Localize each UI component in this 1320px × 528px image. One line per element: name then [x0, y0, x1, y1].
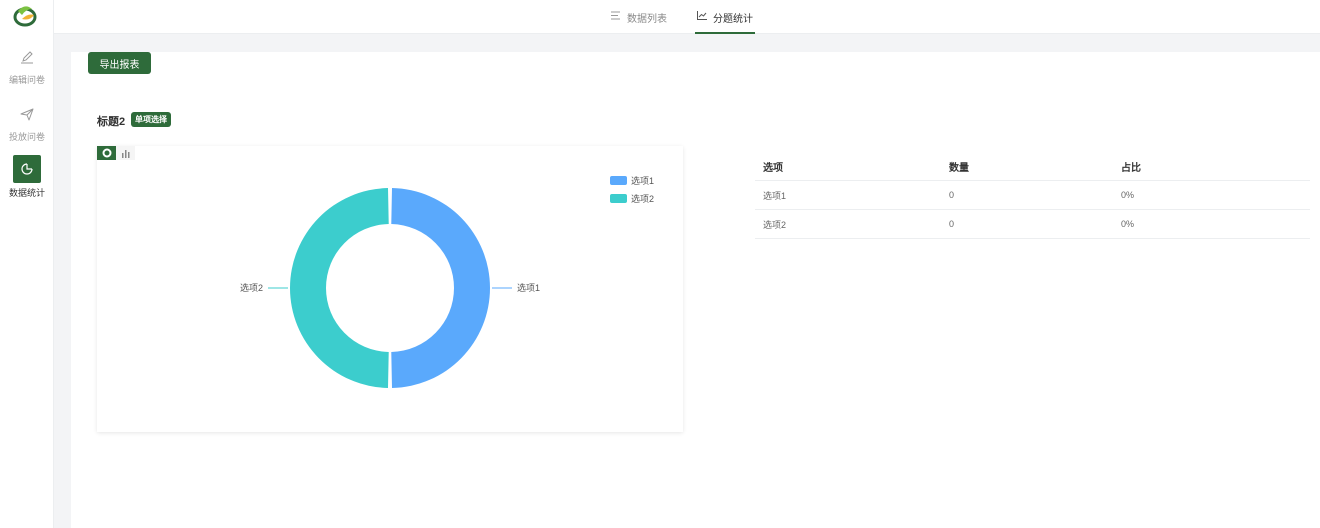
main-content: 导出报表 标题2 单项选择 选项1 选项2 选项1 选项2 选项 数量 占比 选项1 … — [71, 52, 1320, 528]
sidebar: 编辑问卷 投放问卷 数据统计 — [0, 0, 54, 528]
pencil-icon — [20, 46, 34, 68]
table-row: 选项1 0 0% — [755, 181, 1310, 210]
donut-chart: 选项1 选项2 选项1 选项2 — [240, 175, 654, 388]
bar-view-button[interactable] — [116, 146, 135, 160]
tab-label: 数据列表 — [627, 13, 667, 25]
table-cell: 选项1 — [763, 190, 787, 201]
chart-card: 选项1 选项2 选项1 选项2 — [97, 146, 683, 432]
sidebar-item-label: 编辑问卷 — [8, 75, 45, 85]
slice-label: 选项1 — [517, 282, 540, 293]
table-row: 选项2 0 0% — [755, 210, 1310, 239]
pie-chart-icon — [13, 155, 41, 183]
question-type-badge: 单项选择 — [131, 112, 171, 127]
donut-view-button[interactable] — [97, 146, 116, 160]
sidebar-item-label: 数据统计 — [8, 188, 45, 198]
legend-label[interactable]: 选项2 — [631, 193, 654, 204]
tab-data-list[interactable]: 数据列表 — [611, 0, 667, 34]
table-header-cell: 占比 — [1121, 162, 1141, 174]
table-header-cell: 选项 — [763, 162, 783, 174]
tab-label: 分题统计 — [713, 13, 753, 25]
bar-chart-icon — [121, 150, 129, 158]
sidebar-item-edit[interactable]: 编辑问卷 — [0, 46, 54, 92]
sidebar-item-distribute[interactable]: 投放问卷 — [0, 103, 54, 149]
legend-label[interactable]: 选项1 — [631, 175, 654, 186]
stats-table: 选项 数量 占比 选项1 0 0% 选项2 0 0% — [755, 152, 1310, 239]
export-report-button[interactable]: 导出报表 — [88, 52, 151, 74]
donut-icon — [102, 148, 111, 158]
question-title: 标题2 — [97, 116, 126, 128]
legend-swatch[interactable] — [610, 194, 627, 203]
table-cell: 选项2 — [763, 219, 787, 230]
line-chart-icon — [697, 11, 707, 23]
table-cell: 0% — [1121, 190, 1135, 200]
table-header-cell: 数量 — [949, 162, 969, 174]
table-cell: 0 — [949, 190, 955, 200]
sidebar-item-label: 投放问卷 — [8, 132, 45, 142]
tab-question-stats[interactable]: 分题统计 — [695, 0, 755, 34]
logo-icon — [13, 6, 37, 27]
table-cell: 0% — [1121, 219, 1135, 229]
top-tab-bar: 数据列表 分题统计 — [54, 0, 1320, 34]
table-header-row: 选项 数量 占比 — [755, 152, 1310, 181]
list-icon — [611, 11, 621, 23]
sidebar-item-statistics[interactable]: 数据统计 — [0, 155, 54, 201]
send-icon — [20, 103, 34, 125]
donut-slice[interactable] — [391, 188, 490, 388]
legend-swatch[interactable] — [610, 176, 627, 185]
table-cell: 0 — [949, 219, 955, 229]
chart-type-toggle — [97, 146, 135, 160]
donut-slice[interactable] — [290, 188, 389, 388]
slice-label: 选项2 — [240, 282, 263, 293]
